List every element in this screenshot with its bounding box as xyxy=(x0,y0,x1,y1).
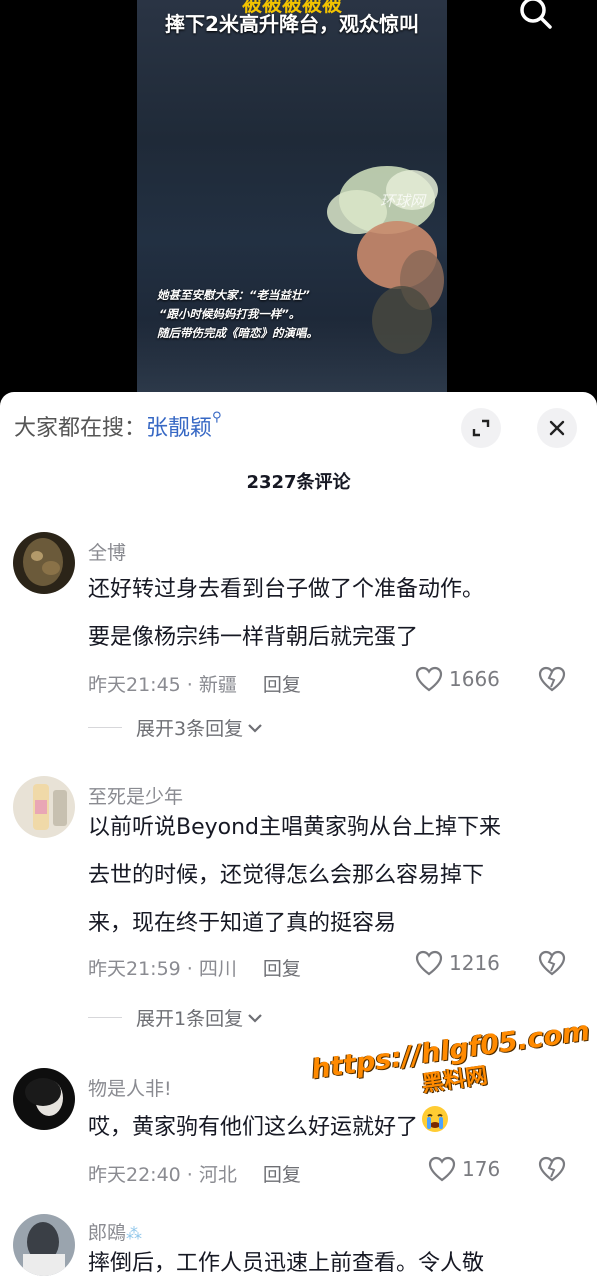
comment-username[interactable]: 全博 xyxy=(88,538,126,565)
close-button[interactable] xyxy=(537,408,577,448)
reply-button[interactable]: 回复 xyxy=(263,1164,301,1186)
comment-text: 摔倒后，工作人员迅速上前查看。令人敬 xyxy=(88,1240,568,1280)
video-watermark: 环球网 xyxy=(380,192,426,210)
expand-replies-label: 展开1条回复 xyxy=(136,1008,244,1030)
comment-text: 以前听说Beyond主唱黄家驹从台上掉下来 去世的时候，还觉得怎么会那么容易掉下… xyxy=(88,804,568,948)
search-button[interactable] xyxy=(514,0,558,36)
video-player[interactable]: 被被被被被 摔下2米高升降台，观众惊叫 环球网 她甚至安慰大家：“老当益壮” “… xyxy=(0,0,597,400)
divider-line xyxy=(88,1017,122,1018)
heart-icon xyxy=(415,666,443,692)
trending-search-hint[interactable]: 大家都在搜：张靓颖⚲ xyxy=(14,410,222,442)
avatar[interactable] xyxy=(13,1214,75,1276)
expand-replies-button[interactable]: 展开1条回复 xyxy=(88,1004,263,1031)
comment-line-text: 哎，黄家驹有他们这么好运就好了 xyxy=(88,1115,419,1140)
avatar[interactable] xyxy=(13,776,75,838)
comment-count: 2327条评论 xyxy=(246,472,351,493)
expand-replies-label: 展开3条回复 xyxy=(136,718,244,740)
video-subtitle: 她甚至安慰大家：“老当益壮” “跟小时候妈妈打我一样”。 随后带伤完成《暗恋》的… xyxy=(157,286,437,343)
broken-heart-icon xyxy=(538,1156,566,1182)
heart-icon xyxy=(415,950,443,976)
video-caption-title: 摔下2米高升降台，观众惊叫 xyxy=(165,12,419,36)
search-icon xyxy=(520,0,552,29)
expand-replies-button[interactable]: 展开3条回复 xyxy=(88,714,263,741)
search-hint-term[interactable]: 张靓颖 xyxy=(146,416,212,441)
like-button[interactable]: 176 xyxy=(428,1156,500,1182)
comment-line: 摔倒后，工作人员迅速上前查看。令人敬 xyxy=(88,1251,485,1276)
comment-line: 以前听说Beyond主唱黄家驹从台上掉下来 xyxy=(88,815,502,840)
search-hint-prefix: 大家都在搜： xyxy=(14,416,147,441)
like-button[interactable]: 1216 xyxy=(415,950,500,976)
comment-line: 来，现在终于知道了真的挺容易 xyxy=(88,911,397,936)
dislike-button[interactable] xyxy=(538,950,566,980)
comment-username[interactable]: 物是人非! xyxy=(88,1074,172,1101)
heart-icon xyxy=(428,1156,456,1182)
fullscreen-expand-button[interactable] xyxy=(461,408,501,448)
crying-emoji-icon xyxy=(420,1104,450,1152)
divider-line xyxy=(88,727,122,728)
like-count: 1666 xyxy=(449,667,500,691)
avatar[interactable] xyxy=(13,1068,75,1130)
broken-heart-icon xyxy=(538,950,566,976)
comment-meta: 昨天22:40 · 河北 回复 xyxy=(88,1160,301,1187)
avatar[interactable] xyxy=(13,532,75,594)
chevron-down-icon xyxy=(248,1013,262,1023)
expand-icon xyxy=(472,419,490,437)
comment-time-location: 昨天22:40 · 河北 xyxy=(88,1164,237,1186)
chevron-down-icon xyxy=(248,723,262,733)
comment-time-location: 昨天21:59 · 四川 xyxy=(88,958,237,980)
video-frame[interactable]: 被被被被被 摔下2米高升降台，观众惊叫 环球网 她甚至安慰大家：“老当益壮” “… xyxy=(137,0,447,400)
like-count: 176 xyxy=(462,1157,501,1181)
like-button[interactable]: 1666 xyxy=(415,666,500,692)
comment-text: 还好转过身去看到台子做了个准备动作。 要是像杨宗纬一样背朝后就完蛋了 xyxy=(88,566,568,662)
subtitle-line: 她甚至安慰大家：“老当益壮” xyxy=(157,288,310,302)
dislike-button[interactable] xyxy=(538,1156,566,1186)
close-icon xyxy=(549,420,565,436)
comment-meta: 昨天21:45 · 新疆 回复 xyxy=(88,670,301,697)
comment-line: 要是像杨宗纬一样背朝后就完蛋了 xyxy=(88,625,419,650)
small-search-icon: ⚲ xyxy=(212,410,222,425)
comments-panel: 大家都在搜：张靓颖⚲ 2327条评论 全博 还好转过身去看到台子做了个准备动作。… xyxy=(0,392,597,1280)
comment-time-location: 昨天21:45 · 新疆 xyxy=(88,674,237,696)
subtitle-line: 随后带伤完成《暗恋》的演唱。 xyxy=(157,326,318,340)
like-count: 1216 xyxy=(449,951,500,975)
comment-meta: 昨天21:59 · 四川 回复 xyxy=(88,954,301,981)
reply-button[interactable]: 回复 xyxy=(263,674,301,696)
dislike-button[interactable] xyxy=(538,666,566,696)
subtitle-line: “跟小时候妈妈打我一样”。 xyxy=(159,307,301,321)
reply-button[interactable]: 回复 xyxy=(263,958,301,980)
comment-line: 去世的时候，还觉得怎么会那么容易掉下 xyxy=(88,863,485,888)
broken-heart-icon xyxy=(538,666,566,692)
comment-line: 还好转过身去看到台子做了个准备动作。 xyxy=(88,577,485,602)
